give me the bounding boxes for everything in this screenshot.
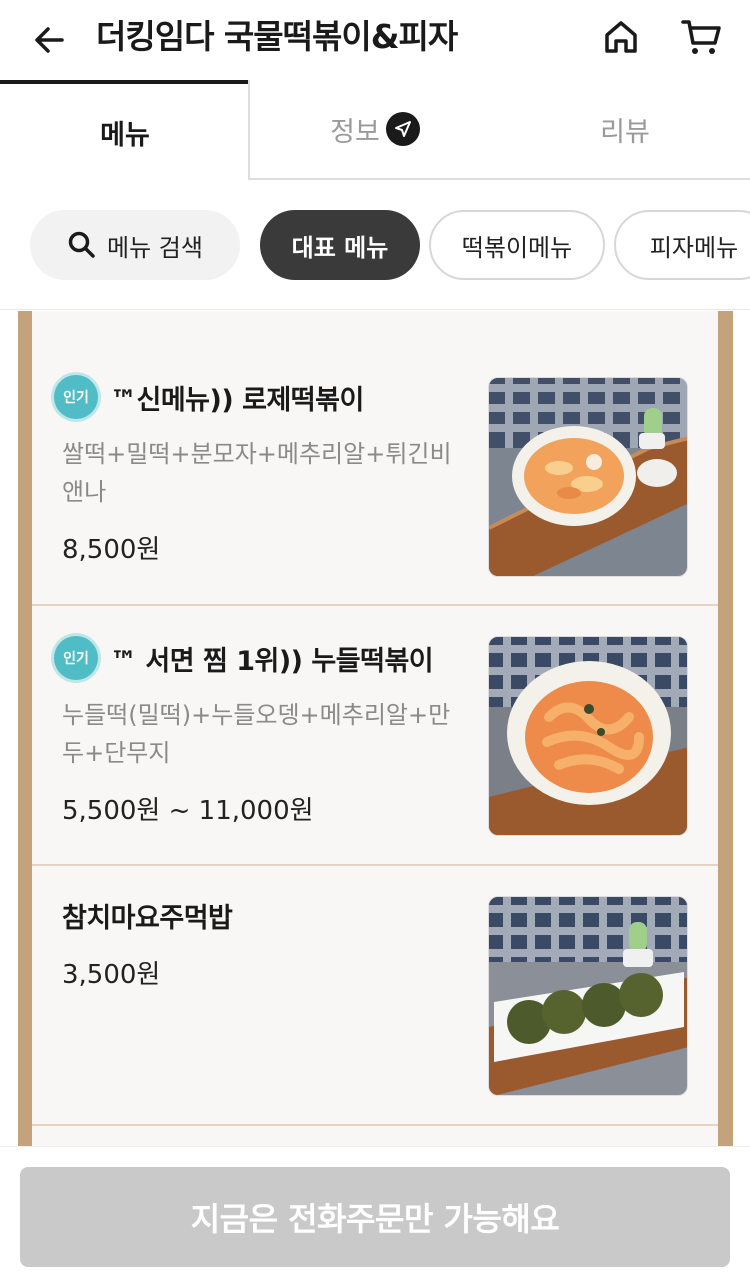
chip-pizza-label: 피자메뉴	[649, 233, 739, 262]
tab-review-label: 리뷰	[600, 116, 650, 148]
menu-item-rose-tteokbokki[interactable]: 인기 ™신메뉴)) 로제떡볶이 쌀떡+밀떡+분모자+메추리알+튀긴비 앤나 8,…	[32, 311, 718, 606]
chip-tteokbokki-menu[interactable]: 떡볶이메뉴	[429, 210, 605, 280]
menu-item-description-line: 누들떡(밀떡)+누들오뎅+메추리알+만	[62, 701, 451, 729]
menu-item-description-line: 두+단무지	[62, 739, 171, 767]
menu-item-price: 5,500원 ~ 11,000원	[62, 796, 314, 826]
home-button[interactable]	[598, 14, 644, 60]
cart-button[interactable]	[676, 14, 726, 60]
store-tabs: 메뉴 정보 리뷰	[0, 80, 750, 180]
menu-board: 인기 ™신메뉴)) 로제떡볶이 쌀떡+밀떡+분모자+메추리알+튀긴비 앤나 8,…	[32, 311, 718, 1146]
menu-item-tuna-mayo-riceball[interactable]: 참치마요주먹밥 3,500원	[32, 866, 718, 1126]
menu-item-description: 쌀떡+밀떡+분모자+메추리알+튀긴비 앤나	[62, 435, 462, 511]
menu-item-description: 누들떡(밀떡)+누들오뎅+메추리알+만 두+단무지	[62, 696, 462, 772]
back-button[interactable]	[28, 18, 72, 62]
tab-info-label: 정보	[330, 116, 380, 148]
menu-category-chips: 메뉴 검색 대표 메뉴 떡볶이메뉴 피자메뉴	[0, 180, 750, 310]
tab-review[interactable]: 리뷰	[500, 80, 750, 180]
tab-info[interactable]: 정보	[248, 80, 500, 180]
menu-list[interactable]: 인기 ™신메뉴)) 로제떡볶이 쌀떡+밀떡+분모자+메추리알+튀긴비 앤나 8,…	[0, 311, 750, 1146]
menu-item-name: ™신메뉴)) 로제떡볶이	[110, 384, 364, 416]
menu-item-header: 참치마요주먹밥	[62, 896, 233, 935]
menu-item-name: ™ 서면 찜 1위)) 누들떡볶이	[110, 645, 434, 677]
menu-item-description-line: 앤나	[62, 478, 107, 506]
menu-item-header: 인기 ™ 서면 찜 1위)) 누들떡볶이	[54, 636, 434, 680]
menu-search-label: 메뉴 검색	[107, 233, 203, 262]
menu-item-price: 3,500원	[62, 960, 161, 990]
home-icon	[605, 21, 637, 53]
cart-icon	[681, 20, 721, 54]
menu-item-name: 참치마요주먹밥	[62, 903, 233, 934]
menu-search-button[interactable]: 메뉴 검색	[30, 210, 240, 280]
chip-pizza-menu[interactable]: 피자메뉴	[614, 210, 750, 280]
search-icon	[68, 231, 95, 258]
menu-item-photo	[488, 896, 688, 1096]
bottom-action-bar: 지금은 전화주문만 가능해요	[0, 1146, 750, 1286]
menu-item-photo	[488, 377, 688, 577]
paper-plane-icon	[385, 112, 420, 146]
store-title: 더킹임다 국물떡볶이&피자	[96, 17, 458, 56]
order-button[interactable]: 지금은 전화주문만 가능해요	[20, 1167, 730, 1267]
menu-item-price: 8,500원	[62, 535, 161, 565]
chip-featured-label: 대표 메뉴	[291, 233, 389, 262]
menu-board-frame: 인기 ™신메뉴)) 로제떡볶이 쌀떡+밀떡+분모자+메추리알+튀긴비 앤나 8,…	[18, 311, 733, 1146]
popular-badge: 인기	[54, 375, 98, 419]
tab-menu[interactable]: 메뉴	[0, 80, 250, 180]
menu-item-photo	[488, 636, 688, 836]
menu-item-noodle-tteokbokki[interactable]: 인기 ™ 서면 찜 1위)) 누들떡볶이 누들떡(밀떡)+누들오뎅+메추리알+만…	[32, 606, 718, 866]
popular-badge: 인기	[54, 636, 98, 680]
tab-menu-label: 메뉴	[100, 119, 150, 151]
arrow-left-icon	[35, 27, 64, 53]
app-header: 더킹임다 국물떡볶이&피자	[0, 0, 750, 80]
chip-tteokbokki-label: 떡볶이메뉴	[461, 233, 573, 262]
menu-item-header: 인기 ™신메뉴)) 로제떡볶이	[54, 375, 364, 419]
menu-item-description-line: 쌀떡+밀떡+분모자+메추리알+튀긴비	[62, 440, 452, 468]
chip-featured-menu[interactable]: 대표 메뉴	[260, 210, 420, 280]
